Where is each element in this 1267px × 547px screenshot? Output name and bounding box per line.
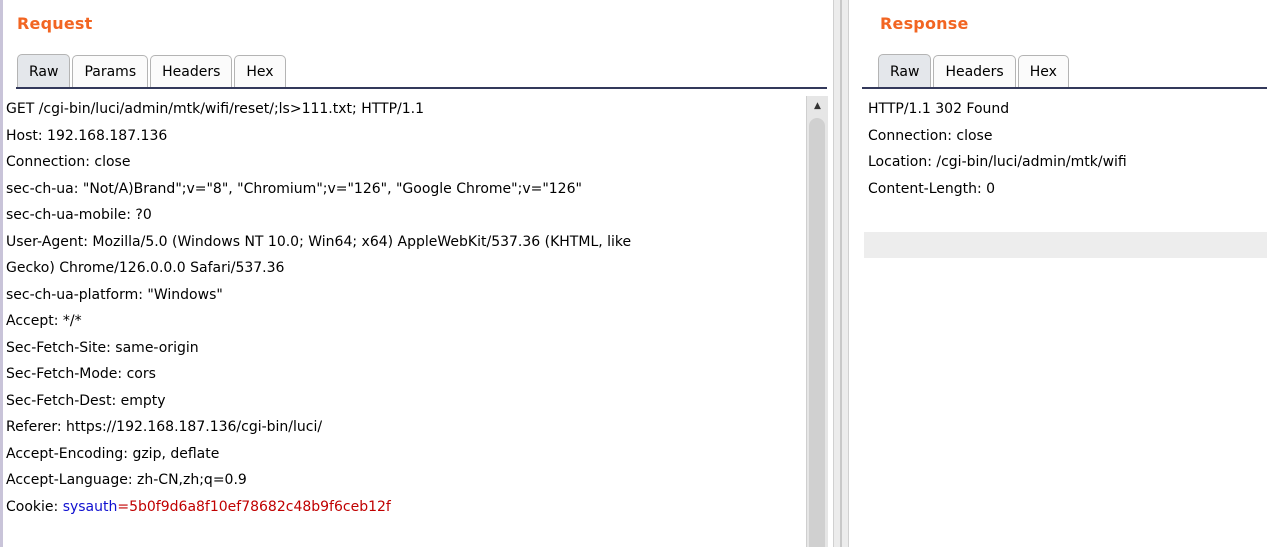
cookie-prefix: Cookie: (6, 498, 63, 515)
request-line: Sec-Fetch-Site: same-origin (6, 339, 199, 356)
cookie-name: sysauth (62, 498, 118, 515)
request-line: Accept-Encoding: gzip, deflate (6, 445, 220, 462)
tab-request-hex[interactable]: Hex (234, 55, 286, 88)
request-tabs: Raw Params Headers Hex (17, 52, 833, 88)
response-line: Connection: close (868, 127, 993, 144)
tab-response-raw[interactable]: Raw (878, 54, 932, 88)
response-line: Location: /cgi-bin/luci/admin/mtk/wifi (868, 154, 1127, 170)
cookie-value: 5b0f9d6a8f10ef78682c48b9f6ceb12f (129, 498, 391, 515)
response-tab-underline (862, 87, 1267, 89)
scroll-up-arrow-icon[interactable]: ▲ (807, 96, 828, 116)
request-line: sec-ch-ua: "Not/A)Brand";v="8", "Chromiu… (6, 180, 582, 197)
request-line: Sec-Fetch-Dest: empty (6, 392, 166, 409)
tab-request-headers[interactable]: Headers (150, 55, 233, 88)
request-line: User-Agent: Mozilla/5.0 (Windows NT 10.0… (6, 233, 632, 250)
response-editor[interactable]: HTTP/1.1 302 Found Connection: close Loc… (868, 96, 1267, 547)
request-line: Accept: */* (6, 313, 82, 329)
request-line: Host: 192.168.187.136 (6, 127, 168, 144)
request-panel: Request Raw Params Headers Hex GET /cgi-… (3, 0, 833, 547)
request-title: Request (17, 14, 93, 33)
response-panel: Response Raw Headers Hex HTTP/1.1 302 Fo… (849, 0, 1267, 547)
cookie-separator: = (117, 498, 130, 515)
request-line: Accept-Language: zh-CN,zh;q=0.9 (6, 472, 247, 488)
cookie-line: Cookie: sysauth=5b0f9d6a8f10ef78682c48b9… (6, 494, 804, 521)
response-title: Response (880, 14, 969, 33)
response-line: Content-Length: 0 (868, 180, 996, 197)
request-line: Gecko) Chrome/126.0.0.0 Safari/537.36 (6, 260, 285, 276)
request-scrollbar[interactable]: ▲ (806, 96, 828, 547)
request-line: sec-ch-ua-mobile: ?0 (6, 207, 152, 223)
request-line: Connection: close (6, 154, 131, 170)
request-line: GET /cgi-bin/luci/admin/mtk/wifi/reset/;… (6, 101, 424, 117)
scrollbar-thumb[interactable] (809, 118, 825, 547)
request-line: Sec-Fetch-Mode: cors (6, 366, 156, 382)
request-line: sec-ch-ua-platform: "Windows" (6, 286, 223, 303)
response-tabs: Raw Headers Hex (878, 52, 1267, 88)
request-editor[interactable]: GET /cgi-bin/luci/admin/mtk/wifi/reset/;… (6, 96, 804, 547)
request-line: Referer: https://192.168.187.136/cgi-bin… (6, 419, 323, 435)
split-pane-divider[interactable] (833, 0, 849, 547)
request-tab-underline (16, 87, 827, 89)
tab-request-params[interactable]: Params (72, 55, 149, 88)
tab-request-raw[interactable]: Raw (17, 54, 71, 88)
tab-response-headers[interactable]: Headers (933, 55, 1016, 88)
tab-response-hex[interactable]: Hex (1017, 55, 1069, 88)
response-line: HTTP/1.1 302 Found (868, 101, 1010, 117)
